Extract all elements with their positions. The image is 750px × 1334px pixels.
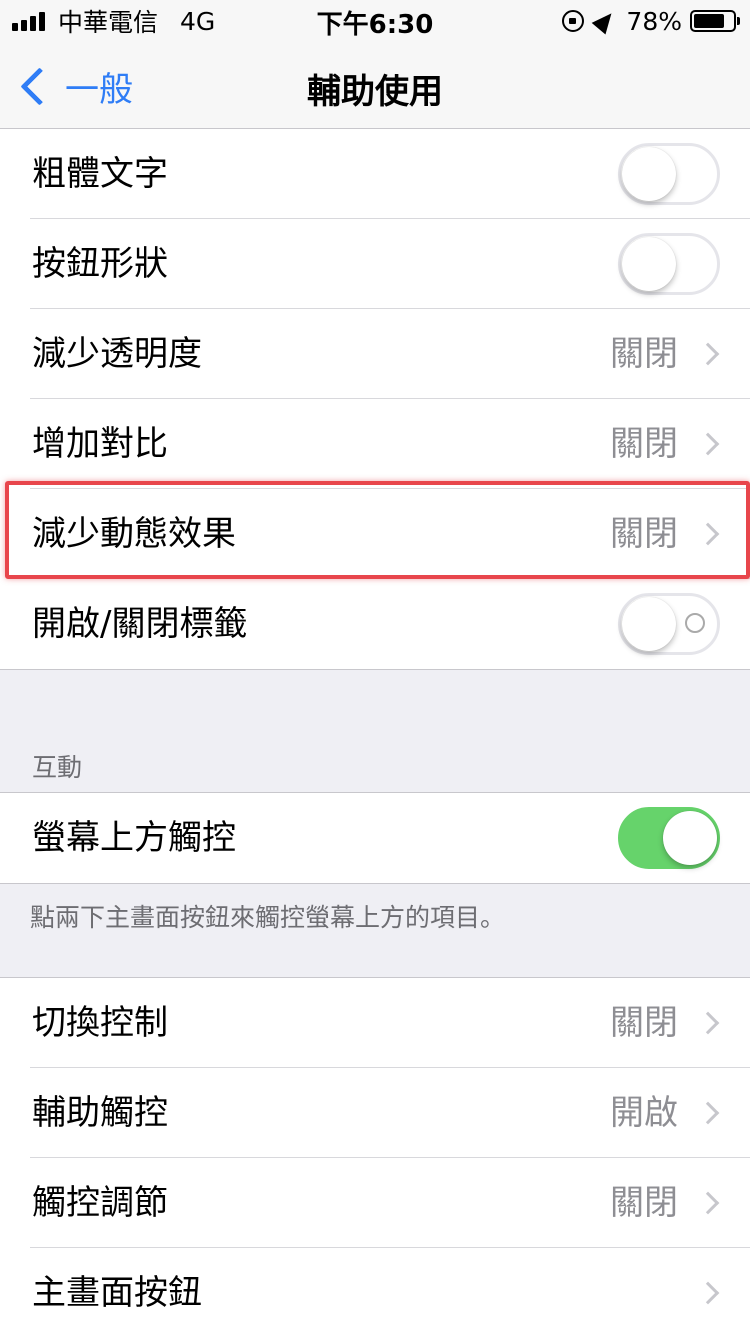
row-label: 減少透明度 — [32, 334, 202, 374]
page-title: 輔助使用 — [307, 72, 443, 112]
row-assistive-touch[interactable]: 輔助觸控 開啟 — [0, 1068, 750, 1158]
display-settings-group: 粗體文字 按鈕形狀 減少透明度 關閉 增加對比 關閉 減少動態效果 關閉 開啟/… — [0, 129, 750, 670]
row-button-shapes[interactable]: 按鈕形狀 — [0, 219, 750, 309]
section-header-interaction: 互動 — [32, 753, 83, 782]
chevron-right-icon — [696, 432, 720, 456]
chevron-right-icon — [696, 342, 720, 366]
reachability-toggle[interactable] — [618, 807, 720, 869]
row-on-off-labels[interactable]: 開啟/關閉標籤 — [0, 579, 750, 669]
row-switch-control[interactable]: 切換控制 關閉 — [0, 978, 750, 1068]
battery-icon — [690, 10, 740, 32]
battery-percent: 78% — [626, 6, 682, 36]
row-touch-accommodations[interactable]: 觸控調節 關閉 — [0, 1158, 750, 1248]
on-off-labels-toggle[interactable] — [618, 593, 720, 655]
interaction-group: 螢幕上方觸控 — [0, 792, 750, 884]
row-label: 主畫面按鈕 — [32, 1273, 202, 1313]
off-label-icon — [685, 613, 705, 633]
row-bold-text[interactable]: 粗體文字 — [0, 129, 750, 219]
chevron-right-icon — [696, 1191, 720, 1215]
row-label: 增加對比 — [32, 424, 168, 464]
row-label: 螢幕上方觸控 — [32, 818, 236, 858]
row-label: 按鈕形狀 — [32, 244, 168, 284]
row-label: 粗體文字 — [32, 154, 168, 194]
row-value: 關閉 — [610, 424, 678, 464]
settings-screen: 中華電信 4G 下午6:30 78% 一般 輔助使用 粗體文字 按鈕形狀 減少透… — [0, 0, 750, 1334]
navigation-bar: 一般 輔助使用 — [0, 40, 750, 129]
row-value: 關閉 — [610, 514, 678, 554]
row-reduce-transparency[interactable]: 減少透明度 關閉 — [0, 309, 750, 399]
rotation-lock-icon — [562, 10, 585, 32]
row-reduce-motion[interactable]: 減少動態效果 關閉 — [0, 489, 750, 579]
row-home-button[interactable]: 主畫面按鈕 — [0, 1248, 750, 1334]
row-reachability[interactable]: 螢幕上方觸控 — [0, 793, 750, 883]
row-value: 關閉 — [610, 1183, 678, 1223]
row-label: 減少動態效果 — [32, 514, 236, 554]
row-label: 切換控制 — [32, 1003, 168, 1043]
row-value: 關閉 — [610, 1003, 678, 1043]
row-value: 關閉 — [610, 334, 678, 374]
chevron-right-icon — [696, 1281, 720, 1305]
row-label: 觸控調節 — [32, 1183, 168, 1223]
status-right: 78% — [562, 6, 740, 36]
bold-text-toggle[interactable] — [618, 143, 720, 205]
touch-settings-group: 切換控制 關閉 輔助觸控 開啟 觸控調節 關閉 主畫面按鈕 — [0, 977, 750, 1334]
status-bar: 中華電信 4G 下午6:30 78% — [0, 0, 750, 40]
chevron-right-icon — [696, 522, 720, 546]
row-label: 開啟/關閉標籤 — [32, 604, 248, 644]
chevron-right-icon — [696, 1101, 720, 1125]
button-shapes-toggle[interactable] — [618, 233, 720, 295]
location-icon — [592, 7, 619, 35]
chevron-right-icon — [696, 1011, 720, 1035]
row-label: 輔助觸控 — [32, 1093, 168, 1133]
section-footer-interaction: 點兩下主畫面按鈕來觸控螢幕上方的項目。 — [30, 903, 506, 932]
row-increase-contrast[interactable]: 增加對比 關閉 — [0, 399, 750, 489]
row-value: 開啟 — [610, 1093, 678, 1133]
